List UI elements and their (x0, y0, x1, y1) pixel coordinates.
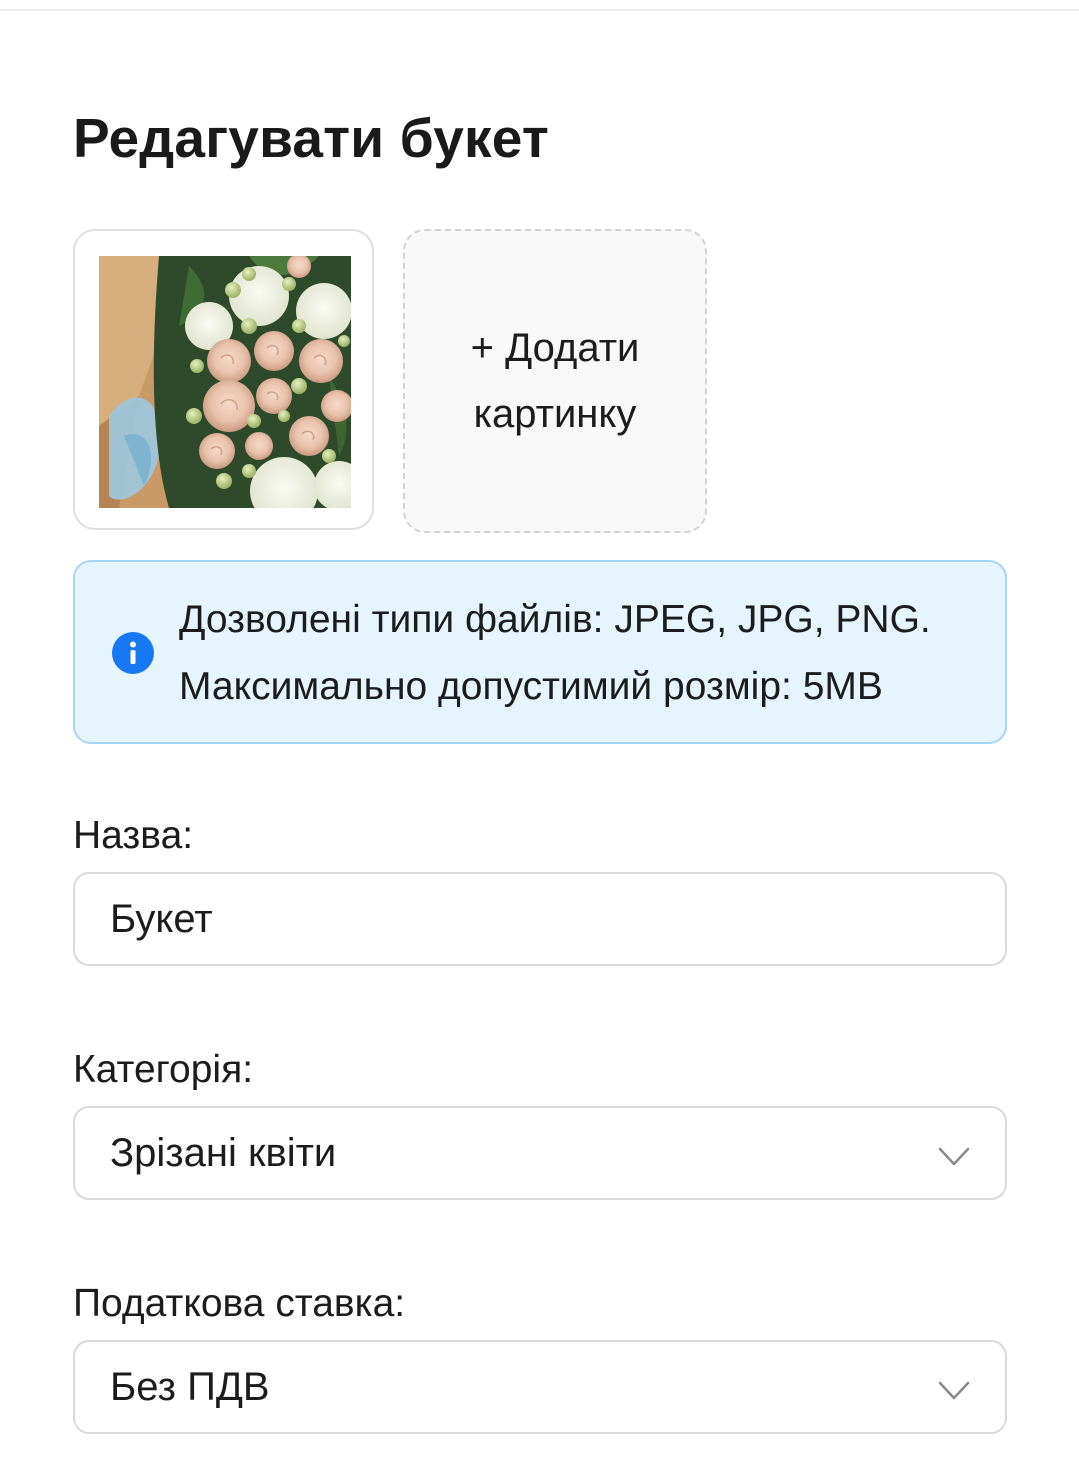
add-image-label: + Додати картинку (470, 326, 640, 436)
chevron-down-icon (936, 1372, 972, 1408)
add-image-button[interactable]: + Додати картинку (403, 229, 707, 533)
page-title: Редагувати букет (73, 107, 549, 169)
info-icon (112, 632, 154, 674)
file-requirements-text: Дозволені типи файлів: JPEG, JPG, PNG. М… (179, 586, 999, 720)
category-label: Категорія: (73, 1048, 254, 1091)
name-input-value: Букет (110, 897, 213, 941)
chevron-down-icon (936, 1138, 972, 1174)
allowed-file-types: Дозволені типи файлів: JPEG, JPG, PNG. (179, 598, 931, 641)
name-label: Назва: (73, 814, 194, 857)
bouquet-photo (99, 256, 351, 508)
file-requirements-notice: Дозволені типи файлів: JPEG, JPG, PNG. М… (73, 560, 1007, 744)
bouquet-image-tile[interactable] (73, 229, 374, 530)
tax-rate-select[interactable]: Без ПДВ (73, 1340, 1007, 1434)
top-divider (0, 9, 1079, 11)
tax-rate-select-value: Без ПДВ (110, 1365, 270, 1409)
bouquet-photo-graphic (99, 256, 351, 508)
name-input[interactable]: Букет (73, 872, 1007, 966)
tax-rate-label: Податкова ставка: (73, 1282, 406, 1325)
category-select-value: Зрізані квіти (110, 1131, 337, 1175)
category-select[interactable]: Зрізані квіти (73, 1106, 1007, 1200)
max-file-size: Максимально допустимий розмір: 5MB (179, 665, 883, 708)
